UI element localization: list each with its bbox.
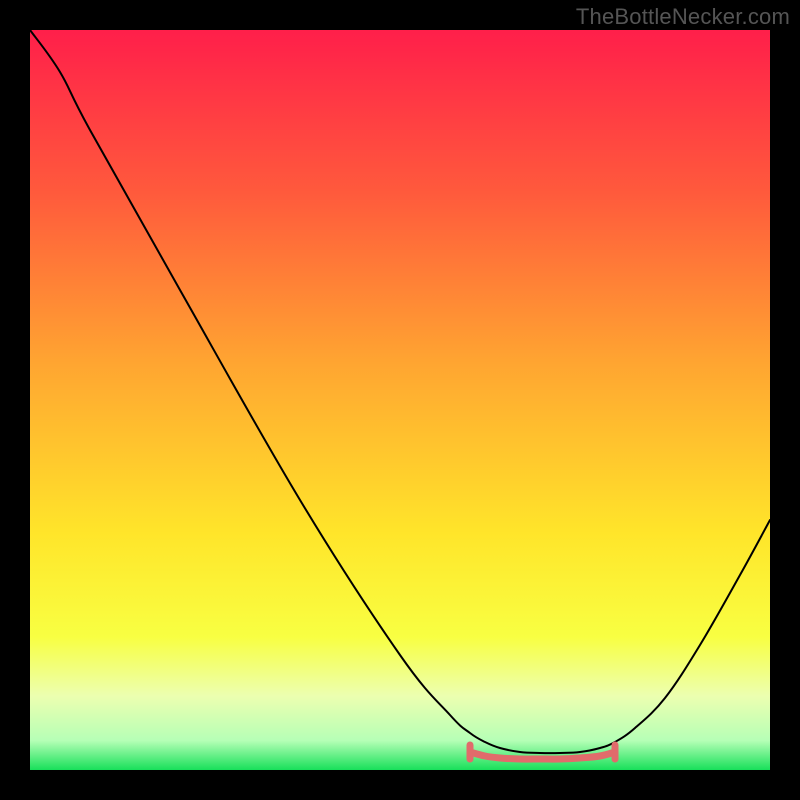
plot-area [30, 30, 770, 770]
bottleneck-chart-svg [0, 0, 800, 800]
chart-frame: TheBottleNecker.com [0, 0, 800, 800]
